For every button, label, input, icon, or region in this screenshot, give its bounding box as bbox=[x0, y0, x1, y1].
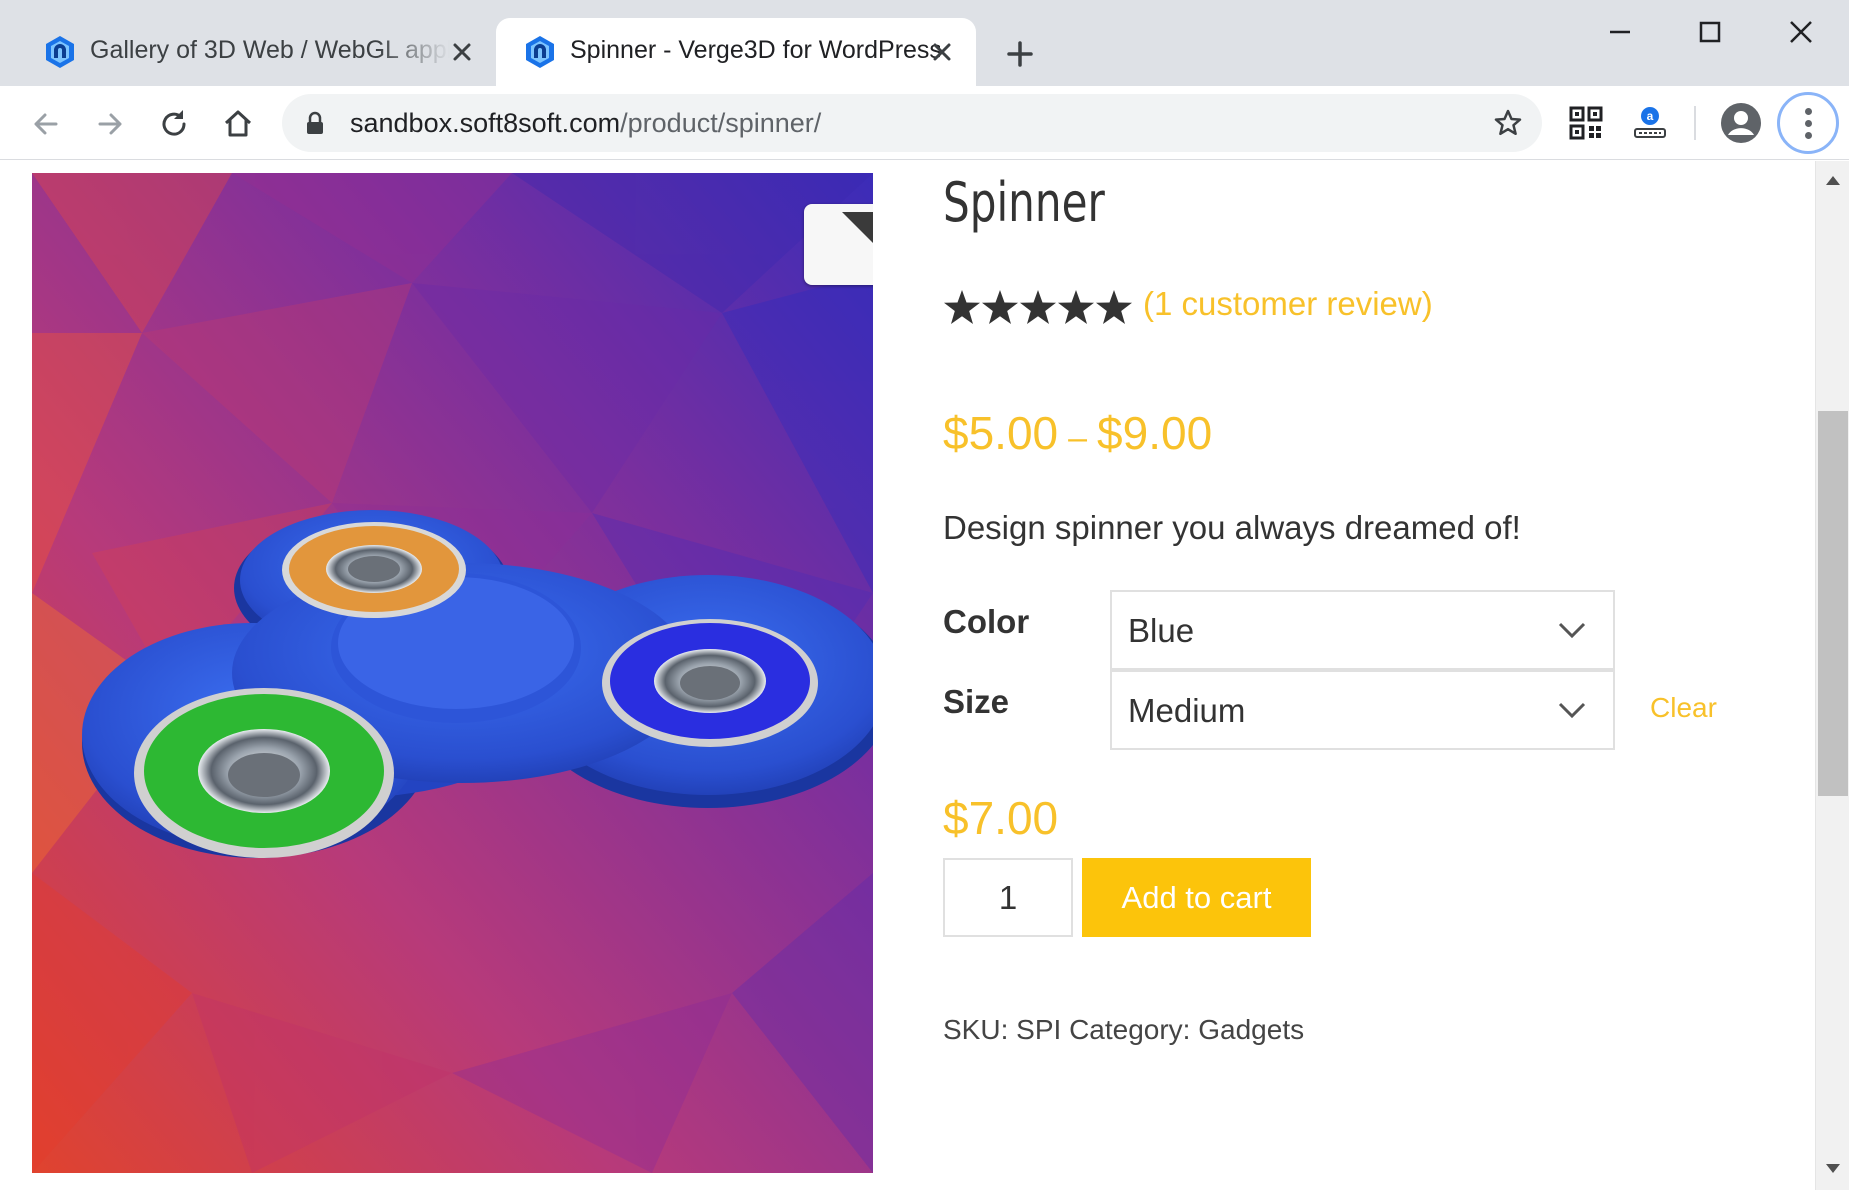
close-tab-icon[interactable] bbox=[928, 38, 956, 66]
category-link[interactable]: Gadgets bbox=[1198, 1014, 1304, 1045]
category-label: Category: bbox=[1069, 1014, 1191, 1045]
add-to-cart-button[interactable]: Add to cart bbox=[1082, 858, 1311, 937]
address-bar[interactable]: sandbox.soft8soft.com/product/spinner/ bbox=[282, 94, 1542, 152]
tab-strip: Gallery of 3D Web / WebGL applications S… bbox=[0, 0, 1849, 86]
home-icon[interactable] bbox=[218, 104, 258, 144]
star-icon bbox=[1020, 290, 1056, 324]
sku-label: SKU: bbox=[943, 1014, 1009, 1045]
dot bbox=[1804, 119, 1812, 127]
url-path: /product/spinner/ bbox=[620, 108, 822, 138]
star-icon bbox=[1096, 290, 1132, 324]
close-tab-icon[interactable] bbox=[448, 38, 476, 66]
scroll-down-arrow-icon[interactable] bbox=[1824, 1162, 1842, 1176]
toolbar-separator bbox=[1694, 106, 1696, 140]
fullscreen-icon bbox=[842, 212, 873, 243]
url-text[interactable]: sandbox.soft8soft.com/product/spinner/ bbox=[350, 108, 821, 139]
spinner-3d-scene bbox=[32, 173, 873, 1173]
tab-title: Gallery of 3D Web / WebGL applications bbox=[90, 36, 450, 64]
dot bbox=[1804, 131, 1812, 139]
customer-review-link[interactable]: (1 customer review) bbox=[1143, 285, 1433, 323]
size-selected-value: Medium bbox=[1128, 692, 1246, 729]
scroll-up-arrow-icon[interactable] bbox=[1824, 173, 1842, 187]
tab-gallery[interactable]: Gallery of 3D Web / WebGL applications bbox=[16, 18, 496, 86]
url-domain: sandbox.soft8soft.com bbox=[350, 108, 621, 138]
maximize-icon[interactable] bbox=[1680, 12, 1740, 52]
fullscreen-button[interactable] bbox=[804, 204, 873, 285]
color-select[interactable]: Blue bbox=[1110, 590, 1615, 670]
chevron-down-icon bbox=[1558, 622, 1586, 639]
product-meta: SKU: SPI Category: Gadgets bbox=[943, 1014, 1304, 1046]
price-high: $9.00 bbox=[1097, 407, 1213, 459]
tab-title: Spinner - Verge3D for WordPress bbox=[570, 36, 940, 64]
verge3d-viewer-canvas[interactable] bbox=[32, 173, 873, 1173]
price-range: $5.00– $9.00 bbox=[943, 406, 1212, 460]
qr-code-extension-icon[interactable] bbox=[1565, 102, 1607, 144]
clear-variations-link[interactable]: Clear bbox=[1650, 692, 1717, 724]
product-title: Spinner bbox=[943, 171, 1105, 234]
forward-icon[interactable] bbox=[90, 104, 130, 144]
lock-icon[interactable] bbox=[304, 111, 326, 135]
new-tab-icon[interactable] bbox=[1000, 34, 1040, 74]
reload-icon[interactable] bbox=[154, 104, 194, 144]
quantity-input[interactable]: 1 bbox=[943, 858, 1073, 937]
chevron-down-icon bbox=[1558, 702, 1586, 719]
short-description: Design spinner you always dreamed of! bbox=[943, 509, 1521, 546]
close-window-icon[interactable] bbox=[1771, 12, 1831, 52]
price-low: $5.00 bbox=[943, 407, 1059, 459]
color-selected-value: Blue bbox=[1128, 612, 1195, 649]
color-label: Color bbox=[943, 603, 1030, 640]
product-summary: Spinner (1 customer review) $5.00– $9.00 … bbox=[943, 161, 1743, 1190]
size-select[interactable]: Medium bbox=[1110, 670, 1615, 750]
price-separator: – bbox=[1068, 419, 1088, 457]
bookmark-star-icon[interactable] bbox=[1492, 107, 1524, 139]
star-icon bbox=[982, 290, 1018, 324]
verge3d-logo-icon bbox=[46, 36, 74, 68]
svg-text:a: a bbox=[1647, 109, 1654, 123]
dot bbox=[1804, 107, 1812, 115]
size-label: Size bbox=[943, 683, 1010, 720]
page-viewport: Spinner (1 customer review) $5.00– $9.00 … bbox=[0, 161, 1849, 1190]
amazon-assistant-extension-icon[interactable]: a bbox=[1629, 102, 1671, 144]
page-scrollbar[interactable] bbox=[1815, 161, 1849, 1190]
verge3d-logo-icon bbox=[526, 36, 554, 68]
chrome-menu-button[interactable] bbox=[1777, 92, 1839, 154]
minimize-icon[interactable] bbox=[1590, 12, 1650, 52]
back-icon[interactable] bbox=[26, 104, 66, 144]
star-icon bbox=[944, 290, 980, 324]
profile-avatar-icon[interactable] bbox=[1718, 100, 1764, 146]
star-icon bbox=[1058, 290, 1094, 324]
star-rating bbox=[944, 290, 1132, 324]
sku-value: SPI bbox=[1016, 1014, 1062, 1045]
browser-toolbar: sandbox.soft8soft.com/product/spinner/ a bbox=[0, 86, 1849, 160]
variation-price: $7.00 bbox=[943, 792, 1059, 844]
scrollbar-thumb[interactable] bbox=[1818, 411, 1848, 796]
tab-spinner[interactable]: Spinner - Verge3D for WordPress bbox=[496, 18, 976, 86]
